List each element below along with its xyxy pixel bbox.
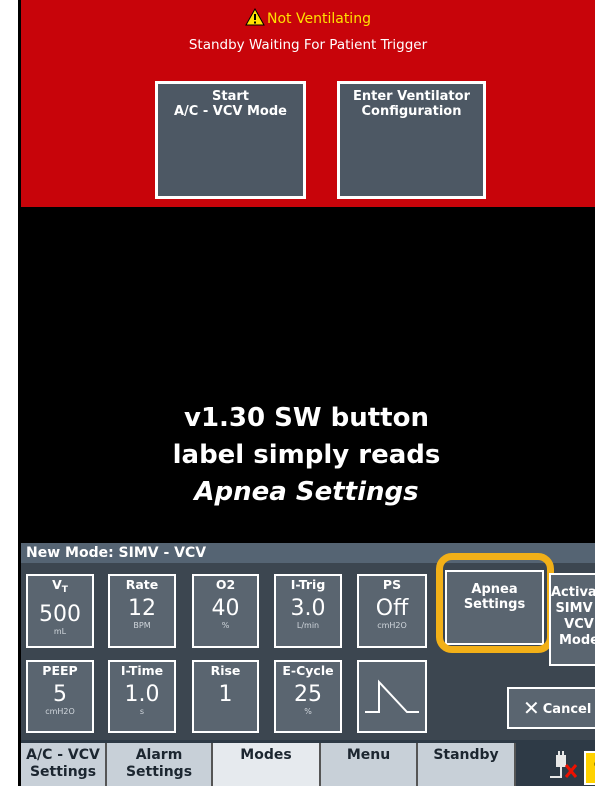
start-ac-vcv-mode-button[interactable]: Start A/C - VCV Mode xyxy=(155,81,306,199)
control-label: I-Trig xyxy=(290,577,326,592)
control-unit: % xyxy=(221,621,230,630)
rate-control[interactable]: Rate 12 BPM xyxy=(108,574,176,648)
i-trig-control[interactable]: I-Trig 3.0 L/min xyxy=(274,574,342,648)
peep-control[interactable]: PEEP 5 cmH2O xyxy=(26,660,94,733)
control-label: PEEP xyxy=(42,663,78,678)
annotation-line-1: v1.30 SW button xyxy=(184,403,429,433)
control-value: 500 xyxy=(39,602,81,627)
activate-simv-vcv-mode-button[interactable]: Activate SIMV - VCV Mode xyxy=(549,573,595,666)
control-value: 5 xyxy=(53,682,67,707)
ventilator-screen: Not Ventilating Standby Waiting For Pati… xyxy=(18,0,595,796)
control-value: 25 xyxy=(294,682,322,707)
control-label: VT xyxy=(52,577,68,595)
close-icon: ✕ xyxy=(523,696,540,720)
annotation-line-3: Apnea Settings xyxy=(194,477,419,507)
control-label: Rise xyxy=(210,663,241,678)
control-unit: s xyxy=(139,707,145,716)
control-value: Off xyxy=(375,596,409,621)
ps-control[interactable]: PS Off cmH2O xyxy=(357,574,427,648)
control-value: 3.0 xyxy=(290,596,326,621)
enter-ventilator-configuration-button[interactable]: Enter Ventilator Configuration xyxy=(337,81,486,199)
control-value: 12 xyxy=(128,596,156,621)
control-value: 40 xyxy=(211,596,240,621)
help-icon[interactable]: ? xyxy=(584,751,595,785)
control-value: 1 xyxy=(218,682,233,707)
power-plug-icon xyxy=(550,751,578,778)
alarm-banner: Not Ventilating Standby Waiting For Pati… xyxy=(21,0,595,207)
control-label: Rate xyxy=(125,577,159,592)
alarm-status-text: Standby Waiting For Patient Trigger xyxy=(188,37,428,53)
control-unit: cmH2O xyxy=(45,707,75,716)
alarm-title: Not Ventilating xyxy=(267,11,371,27)
bottom-margin xyxy=(18,786,595,796)
tab-modes[interactable]: Modes xyxy=(213,743,321,786)
annotation-line-2: label simply reads xyxy=(172,440,441,470)
tab-alarm-settings[interactable]: Alarm Settings xyxy=(107,743,213,786)
control-unit: % xyxy=(304,707,312,716)
e-cycle-control[interactable]: E-Cycle 25 % xyxy=(274,660,342,733)
control-unit: cmH2O xyxy=(377,621,407,630)
control-unit: BPM xyxy=(133,621,151,630)
cancel-label: Cancel xyxy=(542,702,592,717)
alarm-title-row: Not Ventilating xyxy=(21,8,595,29)
tab-standby[interactable]: Standby xyxy=(418,743,516,786)
control-unit: L/min xyxy=(296,621,320,630)
control-unit: mL xyxy=(53,627,67,636)
cancel-button[interactable]: ✕ Cancel xyxy=(507,687,595,729)
pressure-waveform-icon xyxy=(365,679,419,713)
tab-ac-vcv-settings[interactable]: A/C - VCV Settings xyxy=(21,743,107,786)
control-label: E-Cycle xyxy=(282,663,334,678)
waveform-control[interactable] xyxy=(357,660,427,733)
control-value: 1.0 xyxy=(124,682,160,707)
tab-menu[interactable]: Menu xyxy=(321,743,418,786)
annotation-text: v1.30 SW button label simply reads Apnea… xyxy=(18,400,595,511)
rise-control[interactable]: Rise 1 xyxy=(192,660,259,733)
tidal-volume-control[interactable]: VT 500 mL xyxy=(26,574,94,648)
control-label: I-Time xyxy=(120,663,164,678)
o2-control[interactable]: O2 40 % xyxy=(192,574,259,648)
control-label: O2 xyxy=(215,577,236,592)
i-time-control[interactable]: I-Time 1.0 s xyxy=(108,660,176,733)
highlight-box xyxy=(436,553,554,653)
control-label: PS xyxy=(382,577,402,592)
warning-icon xyxy=(245,8,265,26)
